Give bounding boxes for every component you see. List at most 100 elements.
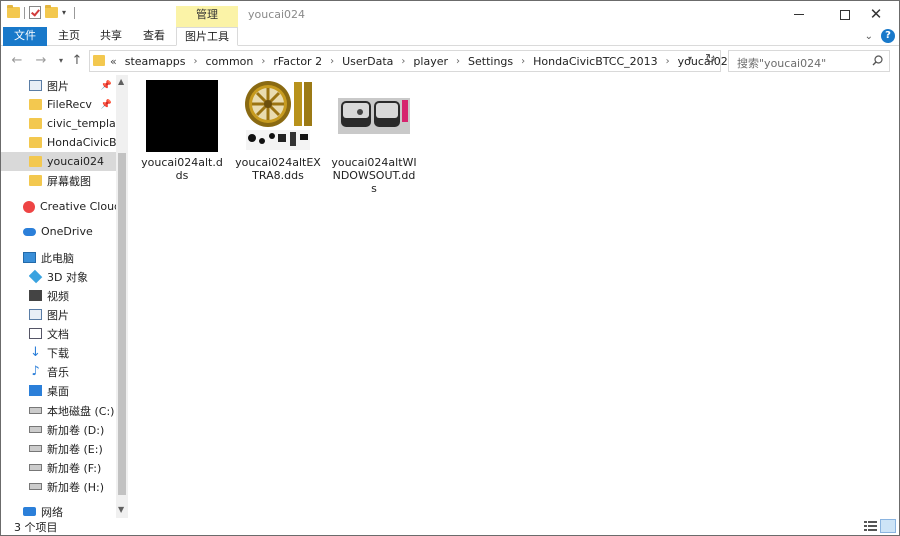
file-name: youcai024alt.dds (141, 156, 223, 182)
close-button[interactable]: ✕ (853, 1, 899, 28)
file-list: youcai024alt.dds youcai024altEXTRA8.dds … (130, 75, 900, 518)
sidebar-item-pictures[interactable]: 图片 (29, 305, 116, 324)
chevron-right-icon[interactable]: › (521, 56, 525, 67)
breadcrumb-item[interactable]: rFactor 2 (273, 55, 322, 68)
scroll-down-icon[interactable]: ▼ (118, 505, 124, 514)
properties-icon[interactable] (29, 6, 41, 19)
sidebar-item-label: 图片 (47, 308, 69, 322)
network-icon (23, 507, 36, 516)
sidebar-item-onedrive[interactable]: OneDrive (23, 222, 116, 241)
sidebar-item-pictures-pinned[interactable]: 图片 📌 (29, 76, 116, 95)
up-arrow-icon[interactable]: ↑ (69, 53, 85, 69)
downloads-icon: ↓ (30, 345, 41, 360)
file-item[interactable]: youcai024altWINDOWSOUT.dds (330, 80, 418, 195)
breadcrumb-item[interactable]: Settings (468, 55, 513, 68)
breadcrumb-item[interactable]: player (413, 55, 448, 68)
chevron-right-icon[interactable]: › (666, 56, 670, 67)
search-icon[interactable] (872, 55, 883, 66)
tab-file[interactable]: 文件 (3, 27, 47, 46)
file-thumbnail (338, 80, 410, 152)
sidebar-item-hondacivicbtc[interactable]: HondaCivicBTC (29, 133, 116, 152)
drive-icon (29, 483, 42, 490)
breadcrumb-overflow[interactable]: « (110, 55, 117, 68)
tab-picture-tools[interactable]: 图片工具 (176, 27, 238, 46)
sidebar-item-filerecv[interactable]: FileRecv 📌 (29, 95, 116, 114)
sidebar-item-creative-cloud[interactable]: Creative Cloud F (23, 197, 116, 216)
sidebar-item-3d-objects[interactable]: 3D 对象 (29, 267, 116, 286)
desktop-icon (29, 385, 42, 396)
pin-icon[interactable]: 📌 (101, 100, 112, 110)
sidebar-item-drive-e[interactable]: 新加卷 (E:) (29, 439, 116, 458)
details-view-icon[interactable] (864, 520, 877, 532)
tab-home[interactable]: 主页 (53, 27, 85, 46)
search-box[interactable]: 搜索"youcai024" (728, 50, 890, 72)
drive-icon (29, 464, 42, 471)
help-icon[interactable]: ? (881, 29, 895, 43)
sidebar-item-label: 新加卷 (H:) (47, 480, 105, 494)
sidebar-item-network[interactable]: 网络 (23, 502, 116, 518)
sidebar-item-drive-c[interactable]: 本地磁盘 (C:) (29, 401, 116, 420)
breadcrumb-item[interactable]: common (205, 55, 253, 68)
search-input[interactable]: 搜索"youcai024" (737, 55, 826, 71)
item-count: 3 个项目 (14, 521, 58, 534)
refresh-icon[interactable]: ↻ (705, 52, 716, 67)
new-folder-icon[interactable] (45, 5, 58, 18)
sidebar-item-label: 新加卷 (E:) (47, 442, 103, 456)
expand-ribbon-icon[interactable]: ⌄ (865, 31, 873, 42)
sidebar-item-drive-h[interactable]: 新加卷 (H:) (29, 477, 116, 496)
close-icon: ✕ (869, 5, 883, 23)
scroll-up-icon[interactable]: ▲ (118, 77, 124, 86)
sidebar-item-documents[interactable]: 文档 (29, 324, 116, 343)
address-dropdown-icon[interactable]: ▾ (688, 54, 692, 63)
pictures-icon (29, 309, 42, 320)
sidebar-item-music[interactable]: ♪ 音乐 (29, 362, 116, 381)
toolbar-divider (24, 6, 25, 19)
sidebar-item-civic-template[interactable]: civic_template (29, 114, 116, 133)
chevron-right-icon[interactable]: › (330, 56, 334, 67)
sidebar-scrollbar[interactable]: ▲ ▼ (116, 75, 128, 518)
sidebar-item-label: 此电脑 (41, 251, 74, 265)
tab-share[interactable]: 共享 (93, 27, 129, 46)
sidebar-item-this-pc[interactable]: 此电脑 (23, 248, 116, 267)
breadcrumb-item[interactable]: steamapps (125, 55, 186, 68)
file-thumbnail (242, 80, 314, 152)
scrollbar-thumb[interactable] (118, 153, 126, 495)
sidebar-item-desktop[interactable]: 桌面 (29, 381, 116, 400)
pin-icon[interactable]: 📌 (101, 81, 112, 91)
chevron-right-icon[interactable]: › (401, 56, 405, 67)
recent-locations-icon[interactable]: ▾ (53, 53, 69, 69)
folder-icon[interactable] (7, 5, 20, 18)
chevron-right-icon[interactable]: › (456, 56, 460, 67)
sidebar-item-label: 视频 (47, 289, 69, 303)
context-tab-manage: 管理 (176, 6, 238, 28)
breadcrumb: « steamapps › common › rFactor 2 › UserD… (110, 51, 735, 71)
maximize-icon (840, 9, 850, 20)
file-item[interactable]: youcai024altEXTRA8.dds (234, 80, 322, 182)
forward-arrow-icon[interactable]: → (33, 53, 49, 69)
customize-toolbar-icon[interactable]: ▾ (62, 8, 70, 17)
breadcrumb-item[interactable]: UserData (342, 55, 393, 68)
sidebar-item-drive-f[interactable]: 新加卷 (F:) (29, 458, 116, 477)
large-icons-view-icon[interactable] (880, 519, 896, 533)
tab-view[interactable]: 查看 (137, 27, 171, 46)
title-bar: ▾ 管理 youcai024 ✕ (1, 1, 899, 28)
sidebar-item-drive-d[interactable]: 新加卷 (D:) (29, 420, 116, 439)
breadcrumb-item[interactable]: HondaCivicBTCC_2013 (533, 55, 658, 68)
back-arrow-icon[interactable]: ← (9, 53, 25, 69)
sidebar-item-label: HondaCivicBTC (47, 136, 116, 149)
chevron-right-icon[interactable]: › (261, 56, 265, 67)
sidebar-item-label: civic_template (47, 117, 116, 130)
minimize-button[interactable] (776, 1, 822, 28)
address-bar[interactable]: « steamapps › common › rFactor 2 › UserD… (89, 50, 735, 72)
sidebar-item-youcai024[interactable]: youcai024 (1, 152, 116, 171)
videos-icon (29, 290, 42, 301)
documents-icon (29, 328, 42, 339)
file-item[interactable]: youcai024alt.dds (138, 80, 226, 182)
folder-icon (29, 118, 42, 129)
sidebar-item-screenshots[interactable]: 屏幕截图 (29, 171, 116, 190)
folder-icon (29, 156, 42, 167)
music-icon: ♪ (31, 364, 40, 379)
chevron-right-icon[interactable]: › (193, 56, 197, 67)
sidebar-item-downloads[interactable]: ↓ 下载 (29, 343, 116, 362)
sidebar-item-videos[interactable]: 视频 (29, 286, 116, 305)
